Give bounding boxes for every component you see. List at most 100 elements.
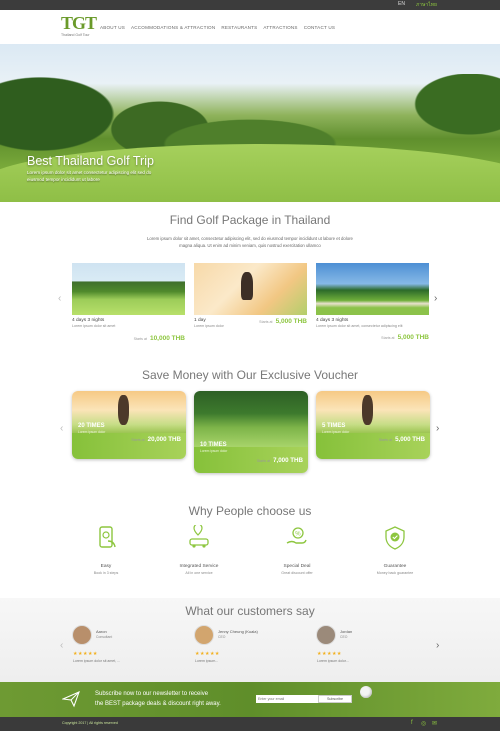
voucher-price-label: Starts at xyxy=(256,459,271,463)
package-card[interactable]: 1 day Lorem ipsum dolor Starts at 5,000 T… xyxy=(194,263,307,345)
site-logo[interactable]: TGT Thailand Golf Tour xyxy=(61,14,97,40)
testimonial-role: CEO xyxy=(218,635,226,639)
package-price-value: 5,000 THB xyxy=(275,318,307,325)
paper-plane-icon xyxy=(62,690,80,708)
hero-trees xyxy=(0,74,500,154)
instagram-icon[interactable]: ◎ xyxy=(421,720,426,727)
packages-next-arrow[interactable]: › xyxy=(434,293,437,304)
newsletter-line2: the BEST package deals & discount right … xyxy=(95,701,221,707)
why-item-easy: Easy Book in 3 steps xyxy=(71,525,141,575)
testimonial-quote: Lorem ipsum dolor... xyxy=(317,659,349,663)
discount-hand-icon: % xyxy=(286,527,307,544)
package-name: 4 days 3 nights xyxy=(72,318,105,323)
voucher-band: 20 TIMES Lorem ipsum dolor Starts at 20,0… xyxy=(72,423,186,459)
package-image xyxy=(72,263,185,315)
voucher-price-value: 7,000 THB xyxy=(273,457,303,464)
package-sub: Lorem ipsum dolor sit amet xyxy=(72,324,116,328)
voucher-card[interactable]: 20 TIMES Lorem ipsum dolor Starts at 20,0… xyxy=(72,391,186,459)
why-item-title: Integrated Service xyxy=(179,564,219,569)
hero-banner: Best Thailand Golf Trip Lorem ipsum dolo… xyxy=(0,44,500,202)
voucher-card[interactable]: 5 TIMES Lorem ipsum dolor Starts at 5,000… xyxy=(316,391,430,459)
voucher-price-value: 20,000 THB xyxy=(147,436,181,443)
rating-stars: ★★★★★ xyxy=(195,651,220,657)
logo-mark: TGT xyxy=(61,13,97,33)
golf-ball-image xyxy=(360,686,372,698)
voucher-times: 20 TIMES xyxy=(78,423,105,429)
newsletter-line1: Subscribe now to our newsletter to recei… xyxy=(95,691,209,697)
package-sub: Lorem ipsum dolor sit amet, consectetur … xyxy=(316,324,403,328)
voucher-sub: Lorem ipsum dolor xyxy=(78,430,106,434)
package-price-value: 10,000 THB xyxy=(149,335,185,342)
nav-item-about[interactable]: ABOUT US xyxy=(100,25,125,30)
voucher-price: Starts at 20,000 THB xyxy=(72,436,186,445)
mail-icon[interactable]: ✉ xyxy=(432,720,437,727)
lang-th-link[interactable]: ภาษาไทย xyxy=(416,1,437,9)
voucher-price-label: Starts at xyxy=(378,438,393,442)
why-item-integrated: Integrated Service All in one service xyxy=(164,523,234,575)
package-image xyxy=(316,263,429,315)
vouchers-next-arrow[interactable]: › xyxy=(436,423,439,434)
email-field[interactable] xyxy=(256,695,318,703)
package-image xyxy=(194,263,307,315)
package-price-label: Starts at xyxy=(259,320,273,324)
testimonials-prev-arrow[interactable]: ‹ xyxy=(60,640,63,651)
testimonial-name: Jenny Cheung (Kuala) xyxy=(218,629,258,634)
why-item-title: Easy xyxy=(100,564,112,569)
package-price-label: Starts at xyxy=(381,336,395,340)
nav-item-restaurants[interactable]: RESTAURANTS xyxy=(221,25,257,30)
testimonial-quote: Lorem ipsum... xyxy=(195,659,219,663)
copyright-text: Copyright 2017 | All rights reserved xyxy=(62,721,118,725)
voucher-band: 10 TIMES Lorem ipsum dolor Starts at 7,00… xyxy=(194,442,308,473)
package-price-label: Starts at xyxy=(133,337,147,341)
rating-stars: ★★★★★ xyxy=(317,651,342,657)
nav-item-contact[interactable]: CONTACT US xyxy=(304,25,335,30)
package-price: Starts at 5,000 THB xyxy=(259,318,307,325)
why-item-title: Guarantee xyxy=(383,564,407,569)
voucher-times: 10 TIMES xyxy=(200,442,227,448)
avatar xyxy=(194,625,214,645)
package-card[interactable]: 4 days 3 nights Lorem ipsum dolor sit am… xyxy=(72,263,185,345)
vouchers-prev-arrow[interactable]: ‹ xyxy=(60,423,63,434)
voucher-price: Starts at 5,000 THB xyxy=(316,436,430,445)
voucher-sub: Lorem ipsum dolor xyxy=(322,430,350,434)
testimonial-role: Consultant xyxy=(96,635,113,639)
top-bar: EN ภาษาไทย xyxy=(0,0,500,10)
hero-text: Lorem ipsum dolor sit amet consectetur a… xyxy=(27,170,152,182)
testimonials-next-arrow[interactable]: › xyxy=(436,640,439,651)
rating-stars: ★★★★★ xyxy=(73,651,98,657)
lang-en-link[interactable]: EN xyxy=(398,1,405,7)
package-card[interactable]: 4 days 3 nights Lorem ipsum dolor sit am… xyxy=(316,263,429,345)
voucher-card[interactable]: 10 TIMES Lorem ipsum dolor Starts at 7,00… xyxy=(194,391,308,473)
packages-prev-arrow[interactable]: ‹ xyxy=(58,293,61,304)
package-price: Starts at 5,000 THB xyxy=(381,334,429,341)
voucher-price-value: 5,000 THB xyxy=(395,436,425,443)
voucher-price: Starts at 7,000 THB xyxy=(194,457,308,466)
why-item-sub: All in one service xyxy=(185,571,213,575)
avatar xyxy=(316,625,336,645)
phone-hand-icon xyxy=(99,526,116,548)
testimonials-title: What our customers say xyxy=(185,604,315,618)
nav-item-accommodations[interactable]: ACCOMMODATIONS & ATTRACTION xyxy=(131,25,215,30)
voucher-image xyxy=(194,391,308,447)
subscribe-button[interactable]: Subscribe xyxy=(318,695,352,703)
car-location-icon xyxy=(189,523,209,548)
testimonial-name: Aaron xyxy=(96,629,107,634)
voucher-price-label: Starts at xyxy=(131,438,145,442)
voucher-times: 5 TIMES xyxy=(322,423,346,429)
why-item-sub: Money back guarantee xyxy=(376,571,414,575)
testimonial-role: CEO xyxy=(340,635,348,639)
newsletter-section: Subscribe now to our newsletter to recei… xyxy=(0,682,500,717)
why-item-sub: Great discount offer xyxy=(281,571,313,575)
shield-check-icon xyxy=(385,526,405,550)
facebook-icon[interactable]: f xyxy=(411,720,413,726)
testimonial-name: Jordan xyxy=(340,629,353,634)
why-title: Why People choose us xyxy=(188,504,312,518)
nav-item-attractions[interactable]: ATTRACTIONS xyxy=(263,25,297,30)
packages-description: Lorem ipsum dolor sit amet, consectetur … xyxy=(147,236,353,248)
why-item-guarantee: Guarantee Money back guarantee xyxy=(360,525,430,575)
testimonial-quote: Lorem ipsum dolor sit amet, ... xyxy=(73,659,121,663)
site-header: TGT Thailand Golf Tour ABOUT US ACCOMMOD… xyxy=(0,10,500,44)
voucher-band: 5 TIMES Lorem ipsum dolor Starts at 5,000… xyxy=(316,423,430,459)
svg-text:%: % xyxy=(295,531,301,537)
hero-title: Best Thailand Golf Trip xyxy=(27,154,154,168)
